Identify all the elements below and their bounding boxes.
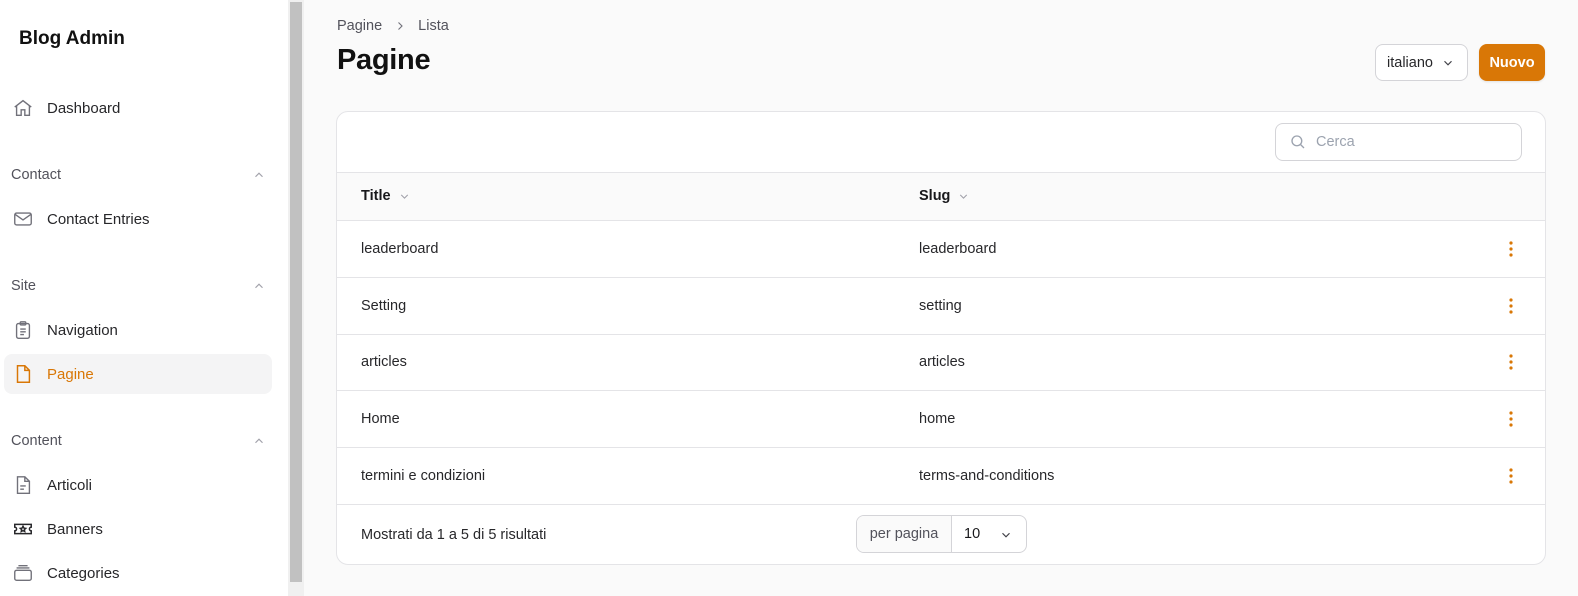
- language-select[interactable]: italiano: [1375, 44, 1468, 81]
- table-row[interactable]: Home home: [337, 391, 1545, 448]
- chevron-right-icon: [394, 20, 406, 32]
- cell-slug: articles: [919, 354, 965, 370]
- cell-title: leaderboard: [361, 241, 439, 257]
- ticket-star-icon: [12, 518, 34, 540]
- sidebar-group-label: Contact: [11, 167, 61, 183]
- table-row[interactable]: leaderboard leaderboard: [337, 221, 1545, 278]
- search-field[interactable]: [1275, 123, 1522, 161]
- sidebar: Blog Admin Dashboard Contact Contact Ent…: [0, 0, 288, 596]
- sidebar-group-label: Content: [11, 433, 62, 449]
- breadcrumb-current: Lista: [418, 18, 449, 34]
- document-icon: [12, 363, 34, 385]
- sidebar-item-label: Categories: [47, 564, 120, 582]
- row-actions-icon[interactable]: [1501, 466, 1521, 486]
- sidebar-item-categories[interactable]: Categories: [4, 553, 272, 593]
- chevron-down-icon: [999, 528, 1013, 542]
- cell-slug: home: [919, 411, 956, 427]
- table-header: Title Slug: [337, 172, 1545, 221]
- home-icon: [12, 97, 34, 119]
- per-page-value: 10: [964, 526, 981, 542]
- chevron-down-icon: [1441, 56, 1455, 70]
- pagination-summary: Mostrati da 1 a 5 di 5 risultati: [361, 527, 547, 543]
- scrollbar-thumb[interactable]: [290, 2, 302, 582]
- cell-title: articles: [361, 354, 407, 370]
- document-text-icon: [12, 474, 34, 496]
- cell-title: Setting: [361, 298, 407, 314]
- table-row[interactable]: Setting setting: [337, 278, 1545, 335]
- sidebar-item-label: Banners: [47, 520, 103, 538]
- row-actions-icon[interactable]: [1501, 352, 1521, 372]
- sidebar-item-label: Pagine: [47, 365, 94, 383]
- per-page-control: per pagina 10: [856, 515, 1027, 553]
- search-icon: [1289, 133, 1307, 151]
- row-actions-icon[interactable]: [1501, 239, 1521, 259]
- sidebar-item-contact-entries[interactable]: Contact Entries: [4, 199, 272, 239]
- table-row[interactable]: articles articles: [337, 334, 1545, 391]
- sidebar-item-label: Dashboard: [47, 99, 121, 117]
- sidebar-scrollbar[interactable]: [288, 0, 304, 596]
- chevron-up-icon[interactable]: [252, 168, 266, 182]
- per-page-label: per pagina: [857, 516, 952, 552]
- sidebar-item-articoli[interactable]: Articoli: [4, 465, 272, 505]
- sidebar-item-banners[interactable]: Banners: [4, 509, 272, 549]
- cell-slug: setting: [919, 298, 962, 314]
- new-button[interactable]: Nuovo: [1479, 44, 1545, 81]
- column-header-slug[interactable]: Slug: [919, 188, 970, 204]
- chevron-up-icon[interactable]: [252, 279, 266, 293]
- cell-title: Home: [361, 411, 400, 427]
- sidebar-item-navigation[interactable]: Navigation: [4, 310, 272, 350]
- chevron-up-icon[interactable]: [252, 434, 266, 448]
- sidebar-group-label: Site: [11, 278, 36, 294]
- sort-chevron-icon: [957, 190, 970, 203]
- cell-title: termini e condizioni: [361, 468, 486, 484]
- per-page-select[interactable]: 10: [952, 516, 1026, 552]
- sidebar-item-pagine[interactable]: Pagine: [4, 354, 272, 394]
- sidebar-item-label: Contact Entries: [47, 210, 150, 228]
- language-select-value: italiano: [1387, 54, 1433, 71]
- table-card: Title Slug leaderboard leaderboard Setti…: [336, 111, 1546, 565]
- brand-title: Blog Admin: [19, 28, 125, 49]
- cell-slug: terms-and-conditions: [919, 468, 1055, 484]
- sidebar-item-label: Articoli: [47, 476, 93, 494]
- search-input[interactable]: [1316, 134, 1506, 150]
- clipboard-list-icon: [12, 319, 34, 341]
- column-header-label: Slug: [919, 188, 951, 204]
- sidebar-group-contact[interactable]: Contact: [11, 163, 266, 187]
- column-header-title[interactable]: Title: [361, 188, 411, 204]
- envelope-icon: [12, 208, 34, 230]
- sidebar-group-site[interactable]: Site: [11, 274, 266, 298]
- sidebar-item-dashboard[interactable]: Dashboard: [4, 88, 272, 128]
- breadcrumb: Pagine Lista: [337, 18, 449, 34]
- cell-slug: leaderboard: [919, 241, 997, 257]
- sidebar-item-label: Navigation: [47, 321, 118, 339]
- row-actions-icon[interactable]: [1501, 409, 1521, 429]
- sidebar-group-content[interactable]: Content: [11, 429, 266, 453]
- breadcrumb-link-pagine[interactable]: Pagine: [337, 18, 382, 34]
- sort-chevron-icon: [398, 190, 411, 203]
- page-title: Pagine: [337, 44, 431, 76]
- stack-icon: [12, 562, 34, 584]
- table-row[interactable]: termini e condizioni terms-and-condition…: [337, 448, 1545, 505]
- column-header-label: Title: [361, 188, 391, 204]
- row-actions-icon[interactable]: [1501, 296, 1521, 316]
